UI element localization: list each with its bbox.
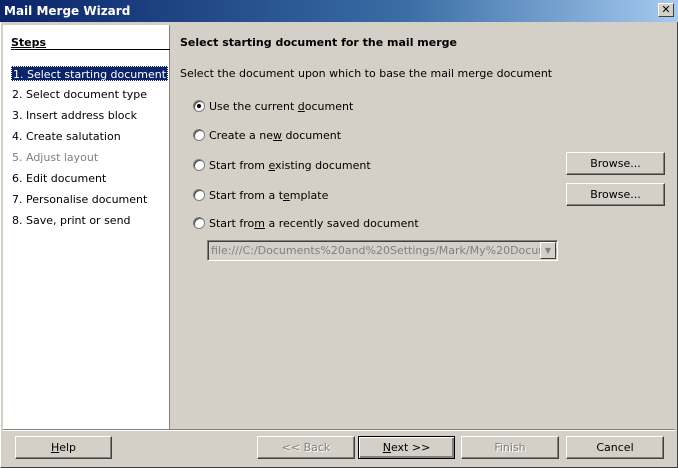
- cancel-button[interactable]: Cancel: [566, 436, 664, 459]
- recent-path-value: file:///C:/Documents%20and%20Settings/Ma…: [211, 244, 558, 257]
- steps-heading: Steps: [11, 36, 47, 49]
- next-button[interactable]: Next >>: [358, 436, 455, 459]
- step-adjust-layout: 5. Adjust layout: [12, 151, 99, 164]
- step-select-starting-document[interactable]: 1. Select starting document: [11, 66, 169, 81]
- step-save-print-send[interactable]: 8. Save, print or send: [11, 213, 132, 228]
- option-label: Use the current document: [209, 99, 354, 113]
- radio-button[interactable]: [193, 159, 205, 171]
- option-label: Start from existing document: [209, 158, 371, 172]
- back-button: << Back: [257, 436, 355, 459]
- window-title: Mail Merge Wizard: [4, 4, 131, 18]
- step-insert-address-block[interactable]: 3. Insert address block: [11, 108, 138, 123]
- option-start-from-template[interactable]: Start from a template: [193, 187, 328, 203]
- option-label: Start from a template: [209, 188, 329, 202]
- option-start-from-recent[interactable]: Start from a recently saved document: [193, 215, 419, 231]
- option-label: Start from a recently saved document: [209, 216, 419, 230]
- radio-button[interactable]: [193, 189, 205, 201]
- option-start-from-existing[interactable]: Start from existing document: [193, 157, 371, 173]
- radio-button[interactable]: [193, 100, 205, 112]
- browse-existing-button[interactable]: Browse...: [566, 152, 665, 175]
- close-button[interactable]: ✕: [658, 3, 674, 17]
- option-use-current-document[interactable]: Use the current document: [193, 98, 353, 114]
- title-bar[interactable]: Mail Merge Wizard ✕: [0, 0, 678, 22]
- steps-divider: [11, 49, 170, 50]
- recent-documents-combobox: file:///C:/Documents%20and%20Settings/Ma…: [207, 240, 558, 261]
- finish-button: Finish: [461, 436, 559, 459]
- option-label: Create a new document: [209, 128, 342, 142]
- help-button[interactable]: Help: [15, 436, 112, 459]
- step-personalise-document[interactable]: 7. Personalise document: [11, 192, 148, 207]
- close-icon: ✕: [661, 3, 671, 16]
- page-description: Select the document upon which to base t…: [180, 67, 553, 80]
- option-create-new-document[interactable]: Create a new document: [193, 127, 341, 143]
- page-title: Select starting document for the mail me…: [180, 36, 457, 49]
- step-select-document-type[interactable]: 2. Select document type: [11, 87, 148, 102]
- footer-divider: [3, 429, 675, 431]
- radio-button[interactable]: [193, 217, 205, 229]
- radio-button[interactable]: [193, 129, 205, 141]
- steps-sidebar: Steps 1. Select starting document 2. Sel…: [3, 25, 170, 429]
- step-create-salutation[interactable]: 4. Create salutation: [11, 129, 122, 144]
- browse-template-button[interactable]: Browse...: [566, 183, 665, 206]
- chevron-down-icon: ▼: [540, 242, 556, 259]
- step-edit-document[interactable]: 6. Edit document: [11, 171, 107, 186]
